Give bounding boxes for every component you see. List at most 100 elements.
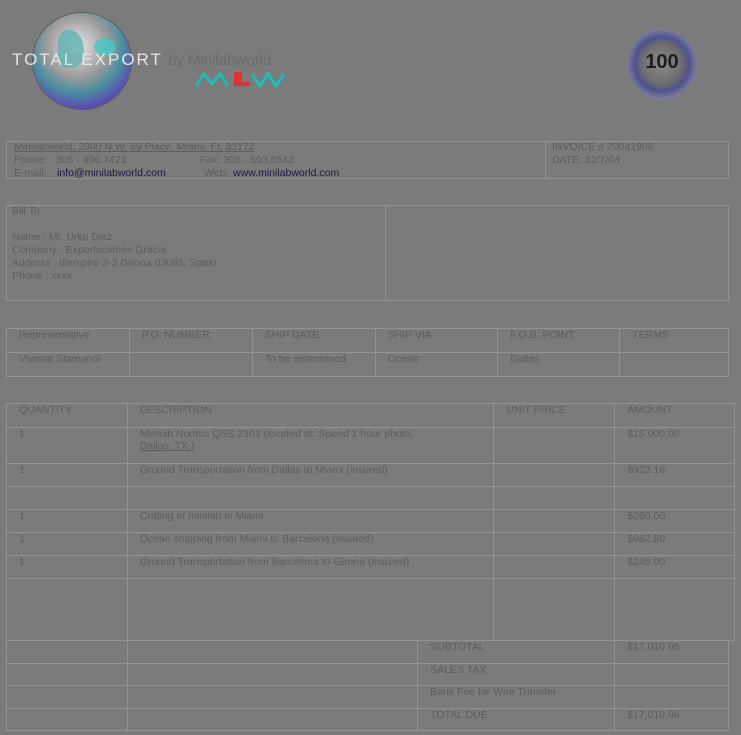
shipping-header: F.O.B. POINT [497,328,621,353]
item-desc: Ocean shipping from Miami to Barcelona (… [126,532,495,556]
item-desc: Ground Transportation from Barcelona to … [126,555,495,579]
company-address: Minilabworld, 2000 N.W. 89 Place, Miami,… [14,141,255,153]
shipping-value: Viviana Stamanoi [6,352,130,377]
item-price [493,427,616,464]
item-qty: 1 [6,463,128,487]
item-row: 1 Crating of minilab in Miami $260.00 [6,509,735,533]
totals-blank [6,663,128,686]
brand-name: TOTAL EXPORT [12,50,163,69]
totals-blank [126,685,419,709]
total-due-label: TOTAL DUE [417,708,616,731]
item-price [493,463,616,487]
item-amount: $245.00 [614,555,735,579]
totals-row: Bank Fee for Wire Transfer [6,685,729,709]
item-row: 1 Ground Transportation from Dallas to M… [6,463,735,487]
shipping-table: Representative P.O. NUMBER SHIP DATE SHI… [6,328,729,377]
item-desc: Ground Transportation from Dallas to Mia… [126,463,495,487]
bill-to-address: Address : d'empire 3-3 Girona 03085, Spa… [12,257,217,269]
item-qty [6,578,128,641]
fax-value: Fax: 305 - 593.6542 [200,154,294,166]
bill-to-phone: Phone : xxxx [12,270,73,282]
invoice-number: INVOICE # 20041908 [552,141,654,153]
invoice-date: DATE: 12/7/04 [552,154,621,166]
web-link[interactable]: www.minilabworld.com [233,167,339,179]
item-row: 1 Ocean shipping from Miami to Barcelona… [6,532,735,556]
item-row [6,486,735,510]
total-due-value: $17,010.96 [614,708,729,731]
totals-row: SALES TAX [6,663,729,686]
mlw-wordmark-icon [194,71,286,89]
item-desc: Minilab Noritsu QSS 2301 (located at: Sp… [126,427,495,464]
bill-to-heading: Bill To [12,205,40,217]
shipping-value: Dallas [497,352,621,377]
item-desc [126,578,495,641]
item-qty: 1 [6,532,128,556]
item-amount: $982.80 [614,532,735,556]
item-desc: Crating of minilab in Miami [126,509,495,533]
totals-blank [126,663,419,686]
totals-blank [126,640,419,664]
item-amount: $15,000.00 [614,427,735,464]
item-price [493,509,616,533]
totals-blank [126,708,419,731]
item-qty [6,486,128,510]
ship-to-box [385,205,729,301]
item-qty: 1 [6,555,128,579]
item-row: 1 Ground Transportation from Barcelona t… [6,555,735,579]
shipping-header: TERMS [619,328,729,353]
bill-to-company: Company : Exportaciones Gracia [12,244,167,256]
brand-byline: by Minilabworld [168,52,272,69]
subtotal-label: SUBTOTAL [417,640,616,664]
bank-fee-value [614,685,729,709]
tax-label: SALES TAX [417,663,616,686]
items-table: QUANTITY DESCRIPTION UNIT PRICE AMOUNT 1… [6,403,735,641]
email-link[interactable]: info@minilabworld.com [57,167,166,179]
totals-table: SUBTOTAL $17,010.96 SALES TAX Bank Fee f… [6,640,729,731]
item-price [493,578,616,641]
item-desc [126,486,495,510]
item-price [493,555,616,579]
totals-blank [6,640,128,664]
tax-value [614,663,729,686]
items-header: AMOUNT [614,403,735,428]
mlw-logo [194,68,288,92]
item-amount: $260.00 [614,509,735,533]
bank-fee-label: Bank Fee for Wire Transfer [417,685,616,709]
item-row-empty [6,578,735,641]
item-amount [614,486,735,510]
shipping-header-row: Representative P.O. NUMBER SHIP DATE SHI… [6,328,729,353]
items-header: DESCRIPTION [126,403,495,428]
totals-blank [6,708,128,731]
totals-blank [6,685,128,709]
totals-row: TOTAL DUE $17,010.96 [6,708,729,731]
email-label: E-mail: [14,167,47,179]
item-qty: 1 [6,509,128,533]
items-header-row: QUANTITY DESCRIPTION UNIT PRICE AMOUNT [6,403,735,428]
item-amount: $923.16 [614,463,735,487]
item-row: 1 Minilab Noritsu QSS 2301 (located at: … [6,427,735,464]
shipping-value [619,352,729,377]
shipping-value: To be determined [251,352,376,377]
web-label: Web: [204,167,229,179]
quality-seal-icon: 100 [627,29,697,99]
phone-value: 305 - 496.7421 [56,154,127,166]
phone-label: Phone: [14,154,48,166]
shipping-header: SHIP VIA [374,328,499,353]
items-header: UNIT PRICE [493,403,616,428]
items-header: QUANTITY [6,403,128,428]
subtotal-value: $17,010.96 [614,640,729,664]
shipping-value-row: Viviana Stamanoi To be determined Ocean … [6,352,729,377]
shipping-header: Representative [6,328,130,353]
item-qty: 1 [6,427,128,464]
shipping-header: SHIP DATE [251,328,376,353]
item-price [493,532,616,556]
bill-to-name: Name : Mr. Urko Diaz [12,231,113,243]
totals-row: SUBTOTAL $17,010.96 [6,640,729,664]
shipping-value: Ocean [374,352,499,377]
item-price [493,486,616,510]
shipping-value [128,352,253,377]
item-desc-sub: Dallas, TX.) [139,440,195,452]
shipping-header: P.O. NUMBER [128,328,253,353]
item-desc-text: Minilab Noritsu QSS 2301 (located at: Sp… [139,428,414,440]
item-amount [614,578,735,641]
